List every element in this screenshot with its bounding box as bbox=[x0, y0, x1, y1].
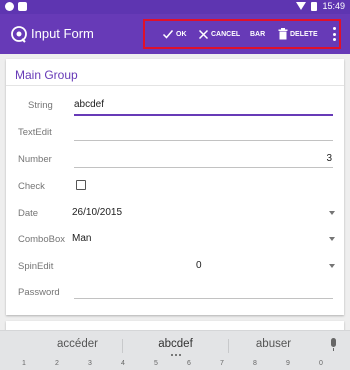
spinedit-dropdown-icon[interactable] bbox=[329, 264, 335, 268]
key-7[interactable]: 7 bbox=[216, 360, 228, 367]
date-label: Date bbox=[18, 208, 39, 219]
suggestion-left[interactable]: accéder bbox=[30, 338, 125, 350]
date-value[interactable]: 26/10/2015 bbox=[72, 207, 122, 218]
number-row: Number 3 bbox=[6, 148, 344, 172]
textedit-row: TextEdit bbox=[6, 121, 344, 145]
microphone-stand bbox=[333, 348, 334, 351]
check-label: Check bbox=[18, 181, 45, 192]
combobox-value[interactable]: Man bbox=[72, 233, 91, 244]
combobox-row: ComboBox Man bbox=[6, 228, 344, 252]
group-divider bbox=[6, 85, 344, 86]
password-input[interactable] bbox=[74, 298, 333, 299]
spinedit-value[interactable]: 0 bbox=[196, 260, 202, 271]
bar-label: BAR bbox=[250, 30, 266, 38]
check-icon bbox=[162, 30, 174, 39]
delete-label: DELETE bbox=[290, 30, 318, 38]
string-input[interactable] bbox=[74, 114, 333, 116]
soft-keyboard: accéder abcdef abuser 1 2 3 4 5 6 7 8 9 … bbox=[0, 330, 350, 370]
battery-icon bbox=[311, 1, 318, 11]
group-title: Main Group bbox=[15, 68, 78, 82]
key-2[interactable]: 2 bbox=[51, 360, 63, 367]
trash-icon bbox=[278, 28, 288, 40]
suggestion-divider bbox=[122, 339, 123, 353]
password-row: Password bbox=[6, 281, 344, 305]
key-5[interactable]: 5 bbox=[150, 360, 162, 367]
main-group-card: Main Group String abcdef TextEdit Number… bbox=[6, 59, 344, 315]
bar-button[interactable]: BAR bbox=[250, 21, 265, 47]
ok-button[interactable]: OK bbox=[162, 21, 187, 47]
number-input[interactable] bbox=[74, 167, 333, 168]
textedit-label: TextEdit bbox=[18, 127, 52, 138]
ok-label: OK bbox=[176, 30, 187, 38]
key-0[interactable]: 0 bbox=[315, 360, 327, 367]
app-title: Input Form bbox=[31, 26, 94, 41]
overflow-menu-icon[interactable] bbox=[332, 27, 336, 41]
more-suggestions-icon[interactable] bbox=[171, 354, 181, 356]
status-bar: 15:49 bbox=[0, 0, 350, 14]
action-toolbar: OK CANCEL BAR DELETE bbox=[143, 19, 341, 49]
key-1[interactable]: 1 bbox=[18, 360, 30, 367]
image-icon bbox=[18, 2, 27, 11]
combobox-dropdown-icon[interactable] bbox=[329, 237, 335, 241]
suggestion-middle[interactable]: abcdef bbox=[128, 338, 223, 350]
key-4[interactable]: 4 bbox=[117, 360, 129, 367]
password-label: Password bbox=[18, 287, 60, 298]
key-3[interactable]: 3 bbox=[84, 360, 96, 367]
form-icon bbox=[11, 26, 27, 43]
spinedit-label: SpinEdit bbox=[18, 261, 54, 272]
key-8[interactable]: 8 bbox=[249, 360, 261, 367]
textedit-input[interactable] bbox=[74, 140, 333, 141]
key-9[interactable]: 9 bbox=[282, 360, 294, 367]
cancel-button[interactable]: CANCEL bbox=[198, 21, 240, 47]
status-time: 15:49 bbox=[322, 1, 345, 11]
number-row: 1 2 3 4 5 6 7 8 9 0 bbox=[0, 359, 350, 370]
cancel-label: CANCEL bbox=[211, 30, 241, 38]
close-icon bbox=[198, 29, 209, 39]
spinedit-row: SpinEdit 0 bbox=[6, 255, 344, 279]
number-label: Number bbox=[18, 154, 52, 165]
date-dropdown-icon[interactable] bbox=[329, 211, 335, 215]
string-label: String bbox=[28, 100, 53, 111]
microphone-icon[interactable] bbox=[331, 338, 336, 347]
suggestion-right[interactable]: abuser bbox=[226, 338, 321, 350]
combobox-label: ComboBox bbox=[18, 234, 65, 245]
string-row: String abcdef bbox=[6, 94, 344, 118]
string-value: abcdef bbox=[74, 99, 105, 110]
date-row: Date 26/10/2015 bbox=[6, 202, 344, 226]
notification-icon bbox=[5, 2, 14, 11]
key-6[interactable]: 6 bbox=[183, 360, 195, 367]
delete-button[interactable]: DELETE bbox=[278, 21, 318, 47]
wifi-icon bbox=[296, 2, 307, 10]
app-bar: Input Form OK CANCEL BAR DELETE bbox=[0, 14, 350, 54]
number-value: 3 bbox=[326, 153, 332, 164]
check-row: Check bbox=[6, 175, 344, 199]
check-checkbox[interactable] bbox=[76, 180, 86, 190]
